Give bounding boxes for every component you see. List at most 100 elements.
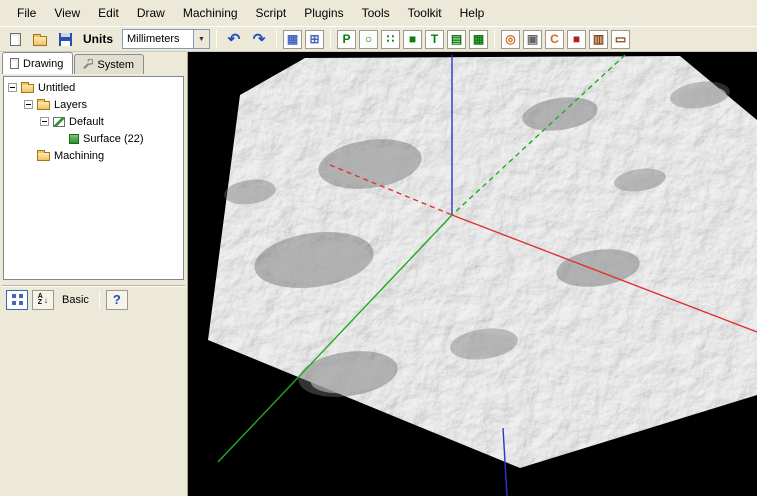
redo-button[interactable]: ↷ xyxy=(248,29,270,49)
tab-system[interactable]: System xyxy=(74,54,144,74)
tree-node-machining[interactable]: Machining xyxy=(4,147,183,164)
combo-dropdown-icon[interactable]: ▼ xyxy=(193,30,209,48)
tree-node-label: Surface (22) xyxy=(83,133,144,145)
grid-icon: ▦ xyxy=(287,33,298,45)
tree-node-surface[interactable]: Surface (22) xyxy=(4,130,183,147)
tree-node-default-layer[interactable]: Default xyxy=(4,113,183,130)
tree-node-layers[interactable]: Layers xyxy=(4,96,183,113)
categorized-view-button[interactable] xyxy=(6,290,28,310)
help-button[interactable]: ? xyxy=(106,290,128,310)
cam-pocket-button[interactable]: ▣ xyxy=(523,30,542,49)
toolbar-separator xyxy=(330,30,331,48)
save-button[interactable] xyxy=(54,29,76,49)
categorized-icon xyxy=(12,294,23,305)
property-view-mode-label[interactable]: Basic xyxy=(62,294,89,306)
sort-az-icon: A Z ↓ xyxy=(38,294,49,306)
snap-grid-button[interactable]: ⊞ xyxy=(305,30,324,49)
collapse-icon[interactable] xyxy=(8,83,17,92)
open-button[interactable] xyxy=(29,29,51,49)
surface-object-icon xyxy=(69,134,79,144)
drill-icon: ■ xyxy=(573,33,580,45)
sort-arrow-icon: ↓ xyxy=(44,295,49,305)
help-icon: ? xyxy=(113,292,121,307)
cam-measure-button[interactable]: ▭ xyxy=(611,30,630,49)
profile-icon: ◎ xyxy=(505,33,515,45)
folder-icon xyxy=(21,84,34,93)
cam-profile-button[interactable]: ◎ xyxy=(501,30,520,49)
snap-grid-icon: ⊞ xyxy=(309,33,319,45)
menu-help[interactable]: Help xyxy=(451,1,494,25)
toolbar-separator xyxy=(216,30,217,48)
wrench-icon xyxy=(82,59,93,70)
sidebar: Drawing System Untitled Layers xyxy=(0,52,188,496)
engrave-icon: C xyxy=(550,33,559,45)
menu-toolkit[interactable]: Toolkit xyxy=(399,1,451,25)
tab-drawing-label: Drawing xyxy=(23,58,63,70)
toolbar-separator xyxy=(276,30,277,48)
folder-icon xyxy=(37,152,50,161)
menu-view[interactable]: View xyxy=(45,1,89,25)
alphabetical-sort-button[interactable]: A Z ↓ xyxy=(32,290,54,310)
polyline-icon: P xyxy=(342,33,350,45)
circle-icon: ○ xyxy=(365,33,372,45)
undo-icon: ↶ xyxy=(228,32,241,47)
cam-tool-library-button[interactable]: ▥ xyxy=(589,30,608,49)
menu-machining[interactable]: Machining xyxy=(174,1,247,25)
new-button[interactable] xyxy=(4,29,26,49)
draw-surface-button[interactable]: ▤ xyxy=(447,30,466,49)
props-separator xyxy=(99,292,100,308)
draw-region-button[interactable]: ▦ xyxy=(469,30,488,49)
menu-edit[interactable]: Edit xyxy=(89,1,128,25)
open-folder-icon xyxy=(33,36,47,46)
measure-icon: ▭ xyxy=(615,33,626,45)
tool-library-icon: ▥ xyxy=(593,33,604,45)
tree-node-label: Machining xyxy=(54,150,104,162)
toolbar: Units Millimeters ▼ ↶ ↷ ▦ ⊞ P ○ ∷ ■ T ▤ … xyxy=(0,26,757,52)
cam-drill-button[interactable]: ■ xyxy=(567,30,586,49)
drawing-tab-icon xyxy=(10,58,19,69)
draw-rectangle-button[interactable]: ■ xyxy=(403,30,422,49)
surface-icon: ▤ xyxy=(451,33,462,45)
draw-text-button[interactable]: T xyxy=(425,30,444,49)
tree-node-untitled[interactable]: Untitled xyxy=(4,79,183,96)
tab-system-label: System xyxy=(97,59,134,71)
menu-file[interactable]: File xyxy=(8,1,45,25)
menu-tools[interactable]: Tools xyxy=(353,1,399,25)
draw-polyline-button[interactable]: P xyxy=(337,30,356,49)
redo-icon: ↷ xyxy=(253,32,266,47)
rectangle-icon: ■ xyxy=(409,33,416,45)
draw-circle-button[interactable]: ○ xyxy=(359,30,378,49)
tree-node-label: Untitled xyxy=(38,82,75,94)
undo-button[interactable]: ↶ xyxy=(223,29,245,49)
units-combobox[interactable]: Millimeters ▼ xyxy=(122,29,210,49)
tab-drawing[interactable]: Drawing xyxy=(2,52,73,74)
collapse-icon[interactable] xyxy=(24,100,33,109)
sort-z-letter: Z xyxy=(38,300,43,306)
collapse-icon[interactable] xyxy=(40,117,49,126)
menu-plugins[interactable]: Plugins xyxy=(295,1,352,25)
cam-engrave-button[interactable]: C xyxy=(545,30,564,49)
units-value: Millimeters xyxy=(123,33,193,45)
layer-icon xyxy=(53,117,65,127)
units-label: Units xyxy=(83,32,113,46)
properties-toolbar: A Z ↓ Basic ? xyxy=(2,286,185,312)
region-icon: ▦ xyxy=(473,33,484,45)
tree-node-label: Layers xyxy=(54,99,87,111)
save-floppy-icon xyxy=(59,33,72,46)
menu-draw[interactable]: Draw xyxy=(128,1,174,25)
menubar: File View Edit Draw Machining Script Plu… xyxy=(0,0,757,26)
sidebar-tabs: Drawing System xyxy=(0,52,187,74)
app-window: File View Edit Draw Machining Script Plu… xyxy=(0,0,757,52)
grid-button[interactable]: ▦ xyxy=(283,30,302,49)
menu-script[interactable]: Script xyxy=(247,1,296,25)
toolbar-separator xyxy=(494,30,495,48)
viewport-3d[interactable] xyxy=(188,52,757,496)
points-icon: ∷ xyxy=(387,33,395,45)
terrain-canvas xyxy=(188,52,757,496)
new-file-icon xyxy=(10,33,21,46)
text-icon: T xyxy=(431,33,438,45)
pocket-icon: ▣ xyxy=(527,33,538,45)
tree-node-label: Default xyxy=(69,116,104,128)
draw-points-button[interactable]: ∷ xyxy=(381,30,400,49)
drawing-tree: Untitled Layers Default Surface (22) Mac xyxy=(3,76,184,280)
